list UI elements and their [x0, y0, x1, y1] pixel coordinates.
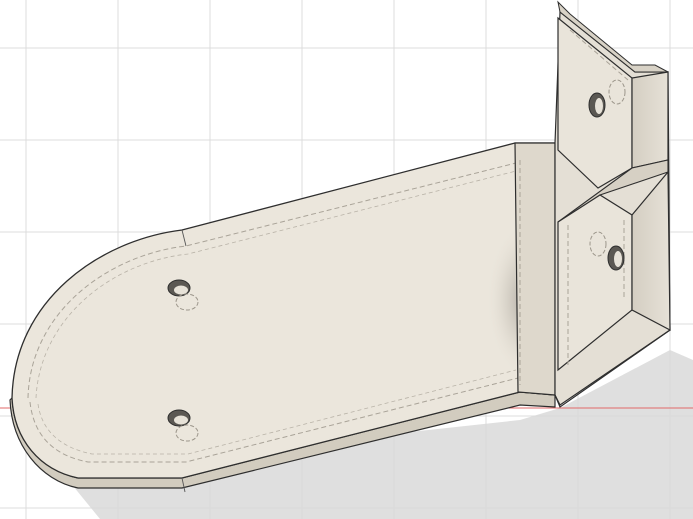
hole-opening-inner	[614, 251, 622, 267]
hole-opening-inner	[174, 415, 188, 425]
lower-flange-hole-1[interactable]	[607, 245, 625, 271]
viewport-canvas[interactable]	[0, 0, 693, 519]
upright-inner-wall	[514, 142, 556, 396]
bracket-vertical-flange[interactable]	[514, 0, 671, 408]
upper-flange-hole-1[interactable]	[588, 92, 606, 118]
hole-opening-inner	[174, 285, 188, 295]
cad-3d-viewport[interactable]	[0, 0, 693, 519]
upper-flange-thickness	[631, 71, 669, 169]
hole-opening-inner	[595, 98, 603, 114]
